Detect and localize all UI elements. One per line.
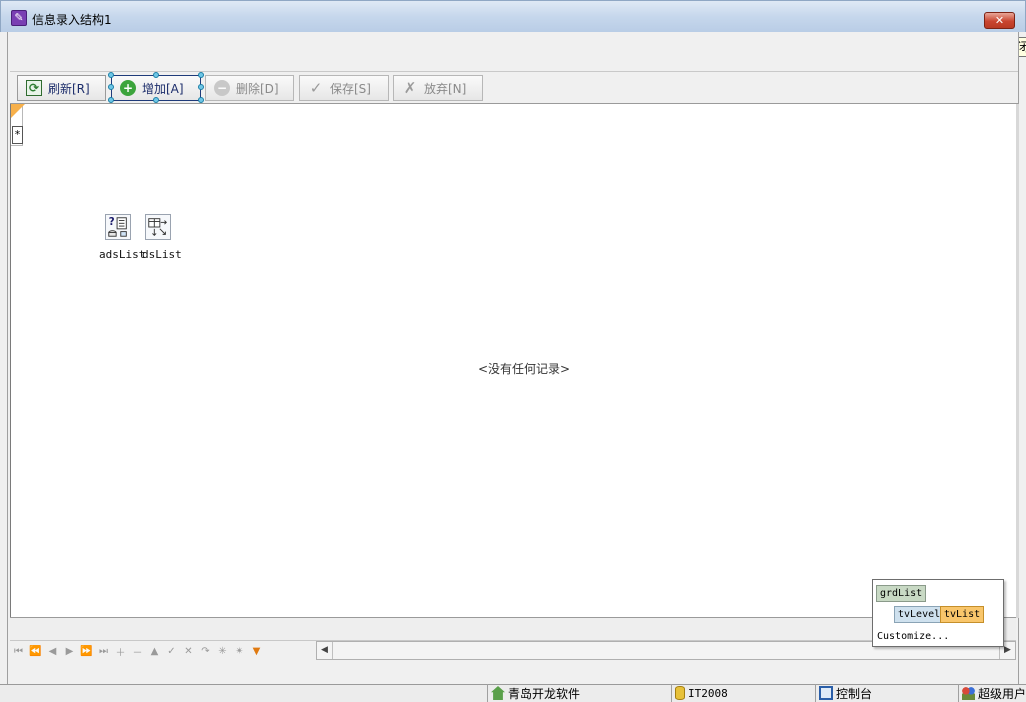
plus-circle-icon: + xyxy=(120,80,136,96)
component-dslist-label: dsList xyxy=(142,248,182,261)
database-icon xyxy=(675,686,685,700)
delete-record-icon[interactable]: － xyxy=(129,644,146,659)
home-icon xyxy=(491,686,505,700)
status-user-text: 超级用户 xyxy=(977,686,1026,701)
scroll-left-icon[interactable]: ◀ xyxy=(317,642,333,659)
window-titlebar[interactable]: ✎ 信息录入结构1 ✕ xyxy=(0,0,1026,32)
data-grid[interactable]: * <没有任何记录> ? adsList dsList xyxy=(10,104,1016,618)
vertical-scroll-strip[interactable] xyxy=(1016,104,1019,618)
selection-handle[interactable] xyxy=(153,72,159,78)
level-chip-tvlevel[interactable]: tvLevel xyxy=(894,606,945,623)
prev-record-icon[interactable]: ◀ xyxy=(44,646,61,657)
svg-text:?: ? xyxy=(109,217,115,228)
selection-handle[interactable] xyxy=(108,72,114,78)
selection-handle[interactable] xyxy=(153,97,159,103)
console-icon xyxy=(819,686,833,700)
insert-record-icon[interactable]: ＋ xyxy=(112,644,129,659)
window-title: 信息录入结构1 xyxy=(32,13,112,27)
status-console-text: 控制台 xyxy=(836,686,873,701)
grid-corner-icon[interactable] xyxy=(11,104,25,118)
refresh-icon: ⟳ xyxy=(26,80,42,96)
goto-bookmark-icon[interactable]: ✴ xyxy=(231,646,248,657)
query-component-icon: ? xyxy=(105,214,131,240)
status-console[interactable]: 控制台 xyxy=(815,684,957,702)
grid-root-chip[interactable]: grdList xyxy=(876,585,927,602)
empty-records-text: <没有任何记录> xyxy=(478,362,571,376)
bookmark-icon[interactable]: ✳ xyxy=(214,646,231,657)
datasource-component-icon xyxy=(145,214,171,240)
next-record-icon[interactable]: ▶ xyxy=(61,646,78,657)
component-dslist[interactable] xyxy=(145,214,175,244)
save-button-label: 保存[S] xyxy=(330,81,371,96)
first-page-icon[interactable]: ⏮ xyxy=(10,646,27,657)
new-row-marker[interactable]: * xyxy=(12,126,23,144)
grid-footer xyxy=(10,617,1016,641)
discard-button[interactable]: ✗ 放弃[N] xyxy=(393,75,483,101)
selection-handle[interactable] xyxy=(198,84,204,90)
cancel-record-icon[interactable]: ✕ xyxy=(180,646,197,657)
status-company: 青岛开龙软件 xyxy=(487,684,670,702)
component-adslist[interactable]: ? xyxy=(105,214,135,244)
prev-page-icon[interactable]: ⏪ xyxy=(27,646,44,657)
minus-circle-icon: − xyxy=(214,80,230,96)
level-chip-tvlist[interactable]: tvList xyxy=(940,606,985,623)
grid-level-popup: grdList tvLevel tvList Customize... xyxy=(872,579,1004,647)
save-button[interactable]: ✓ 保存[S] xyxy=(299,75,389,101)
delete-button-label: 删除[D] xyxy=(236,81,279,96)
close-button[interactable]: ✕ xyxy=(984,12,1015,29)
next-page-icon[interactable]: ⏩ xyxy=(78,646,95,657)
selection-handle[interactable] xyxy=(108,84,114,90)
status-database-text: IT2008 xyxy=(688,686,728,700)
refresh-button-label: 刷新[R] xyxy=(48,81,90,96)
post-record-icon[interactable]: ✓ xyxy=(163,646,180,657)
filter-icon[interactable]: ▼ xyxy=(248,646,265,657)
status-company-text: 青岛开龙软件 xyxy=(508,686,581,701)
edit-record-icon[interactable]: ▲ xyxy=(146,646,163,657)
selection-handle[interactable] xyxy=(198,97,204,103)
component-adslist-label: adsList xyxy=(99,248,146,261)
selection-handle[interactable] xyxy=(198,72,204,78)
checkmark-icon: ✓ xyxy=(309,78,323,97)
cross-icon: ✗ xyxy=(403,78,417,97)
discard-button-label: 放弃[N] xyxy=(424,81,467,96)
add-button-label: 增加[A] xyxy=(142,81,184,96)
refresh-records-icon[interactable]: ↷ xyxy=(197,646,214,657)
selection-handle[interactable] xyxy=(108,97,114,103)
delete-button[interactable]: − 删除[D] xyxy=(205,75,294,101)
last-page-icon[interactable]: ⏭ xyxy=(95,646,112,657)
row-indicator-column[interactable]: * xyxy=(11,104,25,146)
customize-link[interactable]: Customize... xyxy=(877,631,949,642)
status-database: IT2008 xyxy=(671,684,814,702)
status-user: 超级用户 xyxy=(958,684,1026,702)
app-icon: ✎ xyxy=(11,10,27,26)
refresh-button[interactable]: ⟳ 刷新[R] xyxy=(17,75,106,101)
users-icon xyxy=(962,686,975,700)
